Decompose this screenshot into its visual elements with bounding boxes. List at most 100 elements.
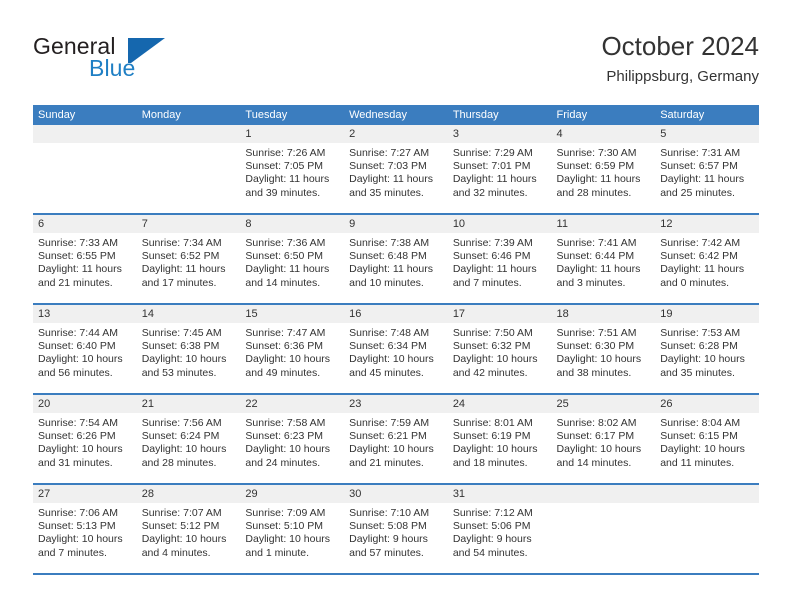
day-number: 6 bbox=[33, 215, 137, 233]
calendar-day-cell[interactable]: 19 Sunrise: 7:53 AM Sunset: 6:28 PM Dayligh… bbox=[655, 305, 759, 393]
daylight-text: Daylight: 11 hours and 32 minutes. bbox=[452, 173, 537, 199]
day-details: Sunrise: 8:04 AM Sunset: 6:15 PM Daylight:… bbox=[655, 413, 759, 483]
day-of-week-header-thursday: Thursday bbox=[452, 109, 499, 121]
daylight-text: Daylight: 10 hours and 18 minutes. bbox=[452, 443, 538, 469]
day-number: 26 bbox=[655, 395, 759, 413]
calendar-day-cell[interactable]: 6 Sunrise: 7:33 AM Sunset: 6:55 PM Daylight… bbox=[33, 215, 137, 303]
daylight-text: Daylight: 10 hours and 45 minutes. bbox=[349, 353, 434, 379]
sunrise-text: Sunrise: 8:02 AM bbox=[556, 417, 637, 429]
day-details: Sunrise: 7:41 AM Sunset: 6:44 PM Daylight:… bbox=[552, 233, 656, 303]
daylight-text: Daylight: 10 hours and 42 minutes. bbox=[452, 353, 538, 379]
sunrise-text: Sunrise: 7:58 AM bbox=[245, 417, 326, 429]
calendar-day-cell[interactable]: 22 Sunrise: 7:58 AM Sunset: 6:23 PM Dayligh… bbox=[240, 395, 345, 483]
sunset-text: Sunset: 6:38 PM bbox=[141, 340, 220, 353]
calendar-day-cell[interactable]: 7 Sunrise: 7:34 AM Sunset: 6:52 PM Daylight… bbox=[136, 215, 241, 303]
daylight-text: Daylight: 10 hours and 49 minutes. bbox=[245, 353, 331, 379]
calendar-day-cell[interactable]: 4 Sunrise: 7:30 AM Sunset: 6:59 PM Daylight… bbox=[551, 125, 656, 213]
sunset-text: Sunset: 6:24 PM bbox=[141, 430, 220, 443]
sunset-text: Sunset: 6:55 PM bbox=[38, 250, 116, 263]
calendar-day-cell[interactable]: 11 Sunrise: 7:41 AM Sunset: 6:44 PM Dayligh… bbox=[551, 215, 656, 303]
day-number bbox=[136, 125, 241, 143]
calendar-day-cell[interactable]: 20 Sunrise: 7:54 AM Sunset: 6:26 PM Dayligh… bbox=[33, 395, 137, 483]
calendar-day-cell[interactable]: 16 Sunrise: 7:48 AM Sunset: 6:34 PM Dayligh… bbox=[344, 305, 448, 393]
sunrise-text: Sunrise: 7:29 AM bbox=[452, 147, 533, 159]
daylight-text: Daylight: 10 hours and 56 minutes. bbox=[38, 353, 123, 379]
daylight-text: Daylight: 11 hours and 7 minutes. bbox=[452, 263, 537, 289]
day-details bbox=[33, 143, 137, 213]
day-details: Sunrise: 7:50 AM Sunset: 6:32 PM Daylight:… bbox=[448, 323, 552, 393]
day-of-week-header-saturday: Saturday bbox=[660, 109, 705, 121]
day-details: Sunrise: 7:58 AM Sunset: 6:23 PM Daylight:… bbox=[240, 413, 344, 483]
calendar-day-cell-empty bbox=[136, 125, 241, 213]
calendar-day-cell[interactable]: 26 Sunrise: 8:04 AM Sunset: 6:15 PM Dayligh… bbox=[655, 395, 759, 483]
calendar-day-cell[interactable]: 15 Sunrise: 7:47 AM Sunset: 6:36 PM Dayligh… bbox=[240, 305, 345, 393]
calendar-day-cell[interactable]: 12 Sunrise: 7:42 AM Sunset: 6:42 PM Dayligh… bbox=[655, 215, 759, 303]
calendar-day-cell[interactable]: 17 Sunrise: 7:50 AM Sunset: 6:32 PM Dayligh… bbox=[447, 305, 552, 393]
calendar-day-cell[interactable]: 21 Sunrise: 7:56 AM Sunset: 6:24 PM Dayligh… bbox=[136, 395, 241, 483]
sunset-text: Sunset: 5:10 PM bbox=[245, 520, 324, 533]
calendar-day-cell[interactable]: 30 Sunrise: 7:10 AM Sunset: 5:08 PM Dayligh… bbox=[344, 485, 448, 573]
day-number: 14 bbox=[136, 305, 241, 323]
calendar-day-cell[interactable]: 10 Sunrise: 7:39 AM Sunset: 6:46 PM Dayligh… bbox=[447, 215, 552, 303]
calendar-day-cell[interactable]: 29 Sunrise: 7:09 AM Sunset: 5:10 PM Dayligh… bbox=[240, 485, 345, 573]
daylight-text: Daylight: 11 hours and 14 minutes. bbox=[245, 263, 330, 289]
calendar-day-cell[interactable]: 9 Sunrise: 7:38 AM Sunset: 6:48 PM Daylight… bbox=[344, 215, 448, 303]
day-details: Sunrise: 7:36 AM Sunset: 6:50 PM Daylight:… bbox=[240, 233, 344, 303]
sunset-text: Sunset: 6:32 PM bbox=[452, 340, 531, 353]
calendar-day-cell[interactable]: 24 Sunrise: 8:01 AM Sunset: 6:19 PM Dayligh… bbox=[447, 395, 552, 483]
day-details: Sunrise: 7:29 AM Sunset: 7:01 PM Daylight:… bbox=[448, 143, 552, 213]
calendar-day-cell[interactable]: 3 Sunrise: 7:29 AM Sunset: 7:01 PM Daylight… bbox=[447, 125, 552, 213]
calendar-day-cell[interactable]: 1 Sunrise: 7:26 AM Sunset: 7:05 PM Daylight… bbox=[240, 125, 345, 213]
sunrise-text: Sunrise: 7:12 AM bbox=[452, 507, 533, 519]
day-details: Sunrise: 7:53 AM Sunset: 6:28 PM Daylight:… bbox=[655, 323, 759, 393]
calendar-day-cell[interactable]: 28 Sunrise: 7:07 AM Sunset: 5:12 PM Dayligh… bbox=[136, 485, 241, 573]
day-details: Sunrise: 7:44 AM Sunset: 6:40 PM Daylight:… bbox=[33, 323, 137, 393]
day-number: 22 bbox=[240, 395, 345, 413]
day-details: Sunrise: 7:12 AM Sunset: 5:06 PM Daylight:… bbox=[448, 503, 552, 573]
day-number bbox=[33, 125, 137, 143]
title-block: October 2024 Philippsburg, Germany bbox=[601, 30, 759, 87]
sunrise-text: Sunrise: 7:09 AM bbox=[245, 507, 326, 519]
calendar-day-cell[interactable]: 31 Sunrise: 7:12 AM Sunset: 5:06 PM Dayligh… bbox=[447, 485, 552, 573]
calendar-grid: Sunday Monday Tuesday Wednesday Thursday Frid… bbox=[33, 105, 759, 575]
calendar-day-cell[interactable]: 27 Sunrise: 7:06 AM Sunset: 5:13 PM Dayligh… bbox=[33, 485, 137, 573]
calendar-day-cell-empty bbox=[33, 125, 137, 213]
calendar-day-cell[interactable]: 14 Sunrise: 7:45 AM Sunset: 6:38 PM Dayligh… bbox=[136, 305, 241, 393]
day-number: 5 bbox=[655, 125, 759, 143]
sunset-text: Sunset: 7:05 PM bbox=[245, 160, 324, 173]
calendar-day-cell[interactable]: 2 Sunrise: 7:27 AM Sunset: 7:03 PM Daylight… bbox=[344, 125, 448, 213]
sunset-text: Sunset: 6:28 PM bbox=[660, 340, 738, 353]
day-number: 15 bbox=[240, 305, 345, 323]
sunset-text: Sunset: 6:15 PM bbox=[660, 430, 738, 443]
sunrise-text: Sunrise: 7:56 AM bbox=[141, 417, 222, 429]
calendar-day-cell[interactable]: 23 Sunrise: 7:59 AM Sunset: 6:21 PM Dayligh… bbox=[344, 395, 448, 483]
day-number: 27 bbox=[33, 485, 137, 503]
day-number bbox=[551, 485, 656, 503]
sunrise-text: Sunrise: 7:30 AM bbox=[556, 147, 637, 159]
calendar-week-row: 1 Sunrise: 7:26 AM Sunset: 7:05 PM Daylight… bbox=[33, 125, 759, 215]
day-of-week-header-monday: Monday bbox=[141, 109, 181, 121]
daylight-text: Daylight: 10 hours and 14 minutes. bbox=[556, 443, 642, 469]
sunrise-text: Sunrise: 7:59 AM bbox=[349, 417, 430, 429]
calendar-day-cell[interactable]: 13 Sunrise: 7:44 AM Sunset: 6:40 PM Dayligh… bbox=[33, 305, 137, 393]
daylight-text: Daylight: 11 hours and 25 minutes. bbox=[660, 173, 745, 199]
page-header: General Blue October 2024 Philippsburg, … bbox=[0, 0, 792, 104]
calendar-day-cell[interactable]: 25 Sunrise: 8:02 AM Sunset: 6:17 PM Dayligh… bbox=[551, 395, 656, 483]
sunset-text: Sunset: 6:21 PM bbox=[349, 430, 427, 443]
sunset-text: Sunset: 6:52 PM bbox=[141, 250, 220, 263]
daylight-text: Daylight: 9 hours and 57 minutes. bbox=[349, 533, 428, 559]
sunrise-text: Sunrise: 7:51 AM bbox=[556, 327, 637, 339]
calendar-day-cell[interactable]: 8 Sunrise: 7:36 AM Sunset: 6:50 PM Daylight… bbox=[240, 215, 345, 303]
daylight-text: Daylight: 9 hours and 54 minutes. bbox=[452, 533, 532, 559]
calendar-weeks: 1 Sunrise: 7:26 AM Sunset: 7:05 PM Daylight… bbox=[33, 125, 759, 575]
calendar-day-cell-empty bbox=[551, 485, 656, 573]
calendar-day-cell[interactable]: 18 Sunrise: 7:51 AM Sunset: 6:30 PM Dayligh… bbox=[551, 305, 656, 393]
day-number: 29 bbox=[240, 485, 345, 503]
day-details: Sunrise: 7:27 AM Sunset: 7:03 PM Daylight:… bbox=[344, 143, 448, 213]
day-number: 9 bbox=[344, 215, 448, 233]
daylight-text: Daylight: 11 hours and 35 minutes. bbox=[349, 173, 433, 199]
day-number: 28 bbox=[136, 485, 241, 503]
calendar-day-cell[interactable]: 5 Sunrise: 7:31 AM Sunset: 6:57 PM Daylight… bbox=[655, 125, 759, 213]
daylight-text: Daylight: 10 hours and 35 minutes. bbox=[660, 353, 745, 379]
sunrise-text: Sunrise: 7:54 AM bbox=[38, 417, 118, 429]
